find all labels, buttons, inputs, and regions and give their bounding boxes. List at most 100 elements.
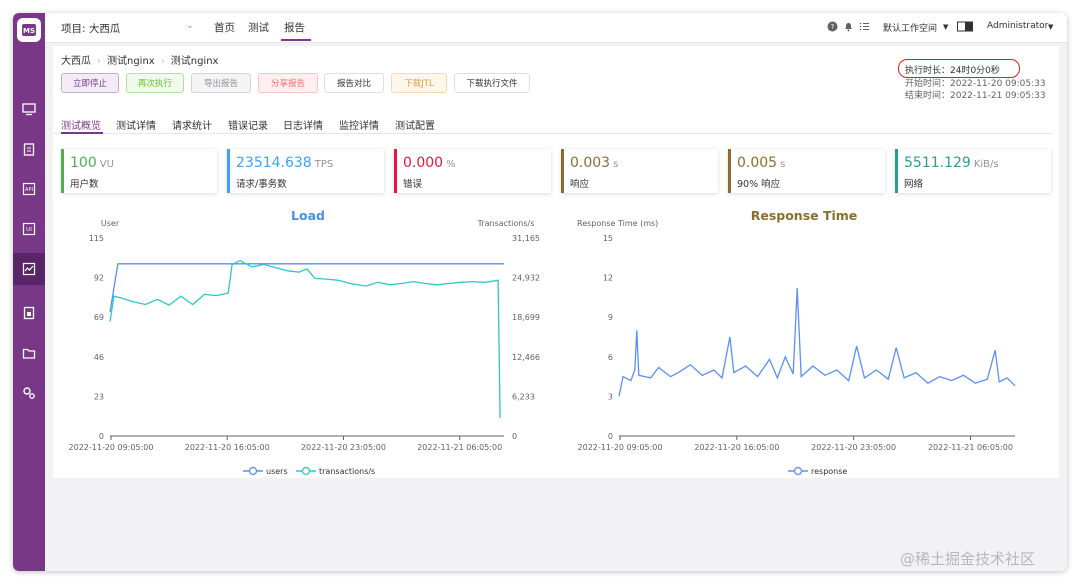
clipboard-icon[interactable] bbox=[13, 133, 45, 165]
stat-value: 5511.129 KiB/s bbox=[904, 155, 999, 171]
nav-report[interactable]: 报告 bbox=[284, 20, 305, 35]
language-icon[interactable] bbox=[957, 21, 973, 35]
plot-lines bbox=[109, 259, 504, 419]
stat-unit: VU bbox=[99, 159, 114, 170]
bell-icon[interactable] bbox=[843, 21, 854, 35]
legend-response-marker bbox=[793, 466, 803, 476]
y-tick-label: 69 bbox=[94, 313, 104, 322]
left-axis-label: User bbox=[101, 219, 120, 228]
svg-text:?: ? bbox=[831, 23, 835, 31]
tab-monitor[interactable]: 监控详情 bbox=[339, 117, 379, 132]
user-menu[interactable]: Administrator bbox=[987, 21, 1048, 31]
x-tick-label: 2022-11-20 16:05:00 bbox=[694, 443, 779, 452]
stat-label: 用户数 bbox=[70, 179, 99, 190]
task-list-icon[interactable] bbox=[859, 21, 870, 35]
breadcrumb-project[interactable]: 大西瓜 bbox=[61, 56, 91, 67]
side-rail: MS API UI bbox=[13, 13, 45, 571]
legend-response-label[interactable]: response bbox=[811, 467, 847, 476]
tab-request-stats[interactable]: 请求统计 bbox=[172, 117, 212, 132]
x-tick-label: 2022-11-21 06:05:00 bbox=[417, 443, 502, 452]
y-tick-label: 46 bbox=[94, 353, 104, 362]
export-report-button[interactable]: 导出报告 bbox=[191, 73, 251, 93]
stat-card-network: 5511.129 KiB/s 网络 bbox=[895, 149, 1051, 193]
ui-icon[interactable]: UI bbox=[13, 213, 45, 245]
legend-users-label[interactable]: users bbox=[266, 467, 288, 476]
stat-unit: s bbox=[613, 159, 619, 170]
x-axis-ticks: 2022-11-20 09:05:00 2022-11-20 16:05:00 20… bbox=[69, 436, 502, 452]
x-tick-label: 2022-11-20 09:05:00 bbox=[578, 443, 663, 452]
workspace-selector[interactable]: 默认工作空间 bbox=[883, 21, 937, 34]
app-logo-icon[interactable]: MS bbox=[17, 18, 41, 42]
x-tick-label: 2022-11-20 16:05:00 bbox=[185, 443, 270, 452]
svg-text:API: API bbox=[25, 187, 33, 193]
monitor-icon[interactable] bbox=[13, 93, 45, 125]
nav-home[interactable]: 首页 bbox=[214, 20, 235, 35]
x-tick-label: 2022-11-20 09:05:00 bbox=[69, 443, 154, 452]
project-selector[interactable]: 项目: 大西瓜 bbox=[61, 21, 120, 36]
download-file-button[interactable]: 下载执行文件 bbox=[454, 73, 530, 93]
stop-button[interactable]: 立即停止 bbox=[61, 73, 119, 93]
stat-unit: s bbox=[780, 159, 786, 170]
tab-log-details[interactable]: 日志详情 bbox=[283, 117, 323, 132]
y-right-tick-label: 12,466 bbox=[512, 353, 540, 362]
x-tick-label: 2022-11-20 23:05:00 bbox=[301, 443, 386, 452]
tab-bar: 测试概览 测试详情 请求统计 错误记录 日志详情 监控详情 测试配置 bbox=[53, 112, 1053, 134]
series-line-response bbox=[618, 288, 1016, 397]
api-icon[interactable]: API bbox=[13, 173, 45, 205]
performance-icon[interactable] bbox=[13, 253, 45, 285]
user-caret-icon[interactable]: ▼ bbox=[1048, 23, 1053, 31]
stat-label: 响应 bbox=[570, 179, 590, 190]
stat-card-tps: 23514.638 TPS 请求/事务数 bbox=[227, 149, 384, 193]
settings-icon[interactable] bbox=[13, 377, 45, 409]
tab-config[interactable]: 测试配置 bbox=[395, 117, 435, 132]
y-axis-label: Response Time (ms) bbox=[577, 219, 658, 228]
top-bar: 项目: 大西瓜 ⌄ 首页 测试 报告 ? 默认工作空间 ▼ Administra… bbox=[45, 13, 1067, 43]
stat-card-users: 100 VU 用户数 bbox=[61, 149, 217, 193]
y-tick-label: 12 bbox=[603, 274, 613, 283]
right-axis-label: Transactions/s bbox=[477, 219, 535, 228]
y-tick-label: 15 bbox=[603, 234, 613, 243]
report-icon[interactable] bbox=[13, 297, 45, 329]
folder-icon[interactable] bbox=[13, 337, 45, 369]
breadcrumb-separator-icon: › bbox=[160, 56, 165, 67]
chart-title: Load bbox=[291, 208, 325, 223]
compare-report-button[interactable]: 报告对比 bbox=[324, 73, 384, 93]
breadcrumb-separator-icon: › bbox=[97, 56, 101, 67]
stat-number: 23514.638 bbox=[236, 155, 312, 171]
stat-unit: TPS bbox=[314, 159, 334, 170]
y-axis-ticks: 115 31,165 92 24,932 69 18,699 46 12,466 23 6,233… bbox=[89, 234, 540, 441]
tab-overview[interactable]: 测试概览 bbox=[61, 117, 101, 132]
workspace-caret-icon[interactable]: ▼ bbox=[943, 23, 948, 31]
y-tick-label: 23 bbox=[94, 392, 104, 401]
stat-unit: % bbox=[446, 159, 456, 170]
y-axis-ticks: 15 12 9 6 3 0 bbox=[603, 234, 613, 441]
breadcrumb-report: 测试nginx bbox=[170, 56, 219, 67]
response-time-chart: Response Time Response Time (ms) 15 12 9 6 3… bbox=[577, 208, 1016, 476]
tab-error-log[interactable]: 错误记录 bbox=[228, 117, 268, 132]
x-tick-label: 2022-11-21 06:05:00 bbox=[928, 443, 1013, 452]
x-axis-ticks: 2022-11-20 09:05:00 2022-11-20 16:05:00 20… bbox=[578, 436, 1013, 452]
stat-card-p90: 0.005 s 90% 响应 bbox=[728, 149, 885, 193]
y-right-tick-label: 18,699 bbox=[512, 313, 540, 322]
tab-details[interactable]: 测试详情 bbox=[116, 117, 156, 132]
legend-tps-label[interactable]: transactions/s bbox=[319, 467, 375, 476]
tab-active-indicator bbox=[61, 132, 103, 134]
x-tick-label: 2022-11-20 23:05:00 bbox=[811, 443, 896, 452]
nav-active-indicator bbox=[281, 39, 311, 41]
breadcrumb-test[interactable]: 测试nginx bbox=[107, 56, 155, 67]
watermark: @稀土掘金技术社区 bbox=[900, 550, 1036, 568]
stat-value: 100 VU bbox=[70, 155, 114, 171]
legend: response bbox=[788, 466, 847, 476]
y-right-tick-label: 24,932 bbox=[512, 274, 540, 283]
rerun-button[interactable]: 再次执行 bbox=[126, 73, 184, 93]
stat-label: 请求/事务数 bbox=[236, 179, 287, 190]
legend: users transactions/s bbox=[243, 466, 375, 476]
share-report-button[interactable]: 分享报告 bbox=[258, 73, 318, 93]
help-icon[interactable]: ? bbox=[827, 21, 838, 35]
chevron-down-icon[interactable]: ⌄ bbox=[186, 21, 194, 31]
nav-test[interactable]: 测试 bbox=[248, 20, 269, 35]
download-jtl-button[interactable]: 下载JTL bbox=[391, 73, 447, 93]
y-tick-label: 0 bbox=[99, 432, 104, 441]
y-tick-label: 3 bbox=[608, 392, 613, 401]
stat-value: 0.005 s bbox=[737, 155, 785, 171]
